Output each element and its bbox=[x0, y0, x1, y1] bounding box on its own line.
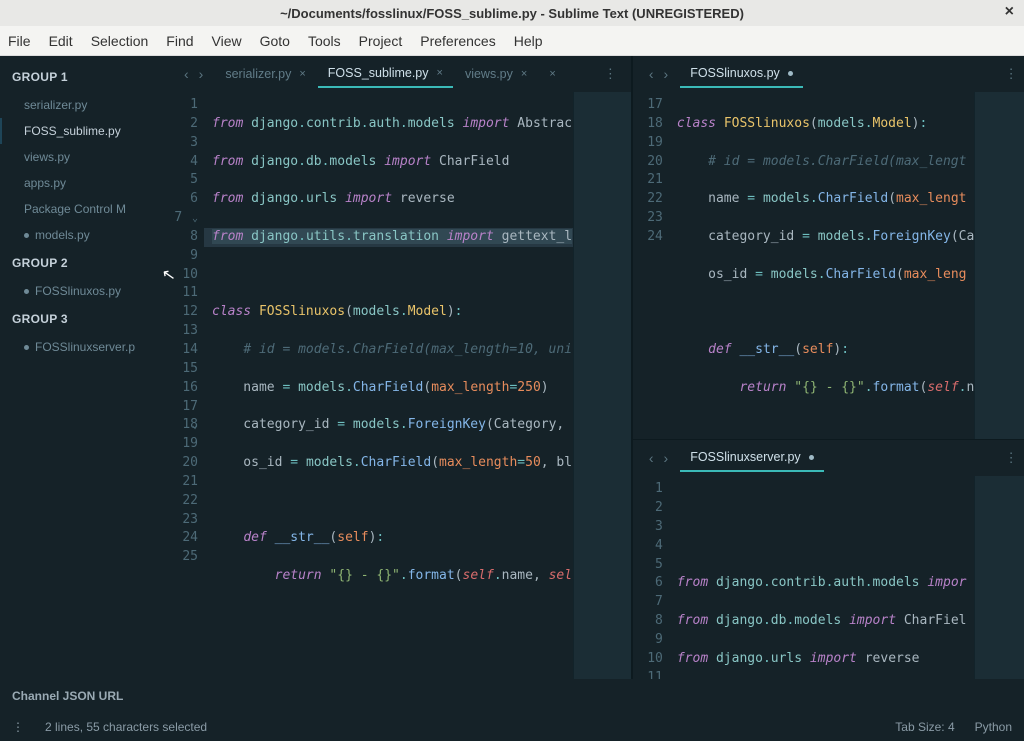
dirty-dot-icon bbox=[24, 345, 29, 350]
tab-extra[interactable]: × bbox=[539, 62, 565, 86]
sidebar-item-fosslinuxos[interactable]: FOSSlinuxos.py bbox=[0, 278, 168, 304]
pane-right-bottom: ‹ › FOSSlinuxserver.py ⋮ 1234 5678 91011… bbox=[632, 440, 1024, 679]
tab-nav-right-icon[interactable]: › bbox=[199, 66, 204, 82]
menu-help[interactable]: Help bbox=[514, 33, 543, 49]
sidebar-item-fosslinuxserver[interactable]: FOSSlinuxserver.p bbox=[0, 334, 168, 360]
sidebar-item-serializer[interactable]: serializer.py bbox=[0, 92, 168, 118]
tab-bar-right-bottom: ‹ › FOSSlinuxserver.py ⋮ bbox=[633, 440, 1024, 476]
status-menu-icon[interactable]: ⋮ bbox=[12, 720, 25, 734]
tab-nav-right-icon[interactable]: › bbox=[664, 450, 669, 466]
minimap-right-bottom[interactable] bbox=[974, 476, 1024, 679]
menu-preferences[interactable]: Preferences bbox=[420, 33, 495, 49]
tab-nav-left-icon[interactable]: ‹ bbox=[184, 66, 189, 82]
tab-fosslinuxserver[interactable]: FOSSlinuxserver.py bbox=[680, 444, 823, 472]
dirty-dot-icon bbox=[809, 455, 814, 460]
menu-find[interactable]: Find bbox=[166, 33, 193, 49]
code-right-bottom[interactable]: from django.contrib.auth.models impor fr… bbox=[669, 476, 974, 679]
dirty-dot-icon bbox=[24, 233, 29, 238]
sidebar-group-1: GROUP 1 bbox=[0, 62, 168, 92]
menu-goto[interactable]: Goto bbox=[260, 33, 290, 49]
gutter-right-bottom: 1234 5678 9101112 13141516 1718 bbox=[633, 476, 669, 679]
pane-right-top: ‹ › FOSSlinuxos.py ⋮ 17181920 21222324 c… bbox=[632, 56, 1024, 440]
tab-close-icon[interactable]: × bbox=[437, 67, 443, 79]
status-tab-size[interactable]: Tab Size: 4 bbox=[895, 720, 954, 734]
editor-left[interactable]: 1234 567 ⌄8 9101112 13141516 17 ⌄181920 … bbox=[168, 92, 631, 679]
tab-menu-icon[interactable]: ⋮ bbox=[596, 66, 625, 82]
tab-menu-icon[interactable]: ⋮ bbox=[997, 66, 1024, 82]
status-selection: 2 lines, 55 characters selected bbox=[45, 720, 207, 734]
tab-nav-left-icon[interactable]: ‹ bbox=[649, 450, 654, 466]
tab-close-icon[interactable]: × bbox=[521, 68, 527, 80]
pane-left: ‹ › serializer.py× FOSS_sublime.py× view… bbox=[168, 56, 631, 679]
menu-selection[interactable]: Selection bbox=[91, 33, 149, 49]
close-icon[interactable]: × bbox=[1005, 3, 1014, 21]
editor-right-bottom[interactable]: 1234 5678 9101112 13141516 1718 from dja… bbox=[633, 476, 1024, 679]
tab-foss-sublime[interactable]: FOSS_sublime.py× bbox=[318, 60, 453, 88]
gutter-right-top: 17181920 21222324 bbox=[633, 92, 669, 439]
sidebar-group-2: GROUP 2 bbox=[0, 248, 168, 278]
menu-file[interactable]: File bbox=[8, 33, 31, 49]
tab-nav-left-icon[interactable]: ‹ bbox=[649, 66, 654, 82]
status-bar: ⋮ 2 lines, 55 characters selected Tab Si… bbox=[0, 713, 1024, 741]
sidebar: GROUP 1 serializer.py FOSS_sublime.py vi… bbox=[0, 56, 168, 679]
panel-label: Channel JSON URL bbox=[12, 689, 123, 703]
menu-view[interactable]: View bbox=[212, 33, 242, 49]
workspace: GROUP 1 serializer.py FOSS_sublime.py vi… bbox=[0, 56, 1024, 679]
tab-menu-icon[interactable]: ⋮ bbox=[997, 450, 1024, 466]
editor-panes: ‹ › serializer.py× FOSS_sublime.py× view… bbox=[168, 56, 1024, 679]
code-left[interactable]: from django.contrib.auth.models import A… bbox=[204, 92, 573, 679]
menu-tools[interactable]: Tools bbox=[308, 33, 341, 49]
bottom-panel: Channel JSON URL bbox=[0, 679, 1024, 713]
menu-bar: File Edit Selection Find View Goto Tools… bbox=[0, 26, 1024, 56]
tab-fosslinuxos[interactable]: FOSSlinuxos.py bbox=[680, 60, 803, 88]
menu-edit[interactable]: Edit bbox=[49, 33, 73, 49]
sidebar-item-package-control[interactable]: Package Control M bbox=[0, 196, 168, 222]
sidebar-item-models[interactable]: models.py bbox=[0, 222, 168, 248]
code-right-top[interactable]: class FOSSlinuxos(models.Model): # id = … bbox=[669, 92, 974, 439]
window-title: ~/Documents/fosslinux/FOSS_sublime.py - … bbox=[280, 6, 744, 21]
dirty-dot-icon bbox=[24, 289, 29, 294]
tab-bar-right-top: ‹ › FOSSlinuxos.py ⋮ bbox=[633, 56, 1024, 92]
gutter-left: 1234 567 ⌄8 9101112 13141516 17 ⌄181920 … bbox=[168, 92, 204, 679]
minimap-right-top[interactable] bbox=[974, 92, 1024, 439]
minimap-left[interactable] bbox=[573, 92, 631, 679]
dirty-dot-icon bbox=[788, 71, 793, 76]
sidebar-group-3: GROUP 3 bbox=[0, 304, 168, 334]
tab-close-icon[interactable]: × bbox=[299, 68, 305, 80]
tab-views[interactable]: views.py× bbox=[455, 61, 537, 87]
sidebar-item-apps[interactable]: apps.py bbox=[0, 170, 168, 196]
pane-right-column: ‹ › FOSSlinuxos.py ⋮ 17181920 21222324 c… bbox=[631, 56, 1024, 679]
menu-project[interactable]: Project bbox=[359, 33, 403, 49]
tab-bar-left: ‹ › serializer.py× FOSS_sublime.py× view… bbox=[168, 56, 631, 92]
title-bar: ~/Documents/fosslinux/FOSS_sublime.py - … bbox=[0, 0, 1024, 26]
status-syntax[interactable]: Python bbox=[975, 720, 1012, 734]
editor-right-top[interactable]: 17181920 21222324 class FOSSlinuxos(mode… bbox=[633, 92, 1024, 439]
tab-nav-right-icon[interactable]: › bbox=[664, 66, 669, 82]
tab-serializer[interactable]: serializer.py× bbox=[215, 61, 315, 87]
sidebar-item-views[interactable]: views.py bbox=[0, 144, 168, 170]
sidebar-item-foss-sublime[interactable]: FOSS_sublime.py bbox=[0, 118, 168, 144]
tab-close-icon[interactable]: × bbox=[549, 68, 555, 80]
